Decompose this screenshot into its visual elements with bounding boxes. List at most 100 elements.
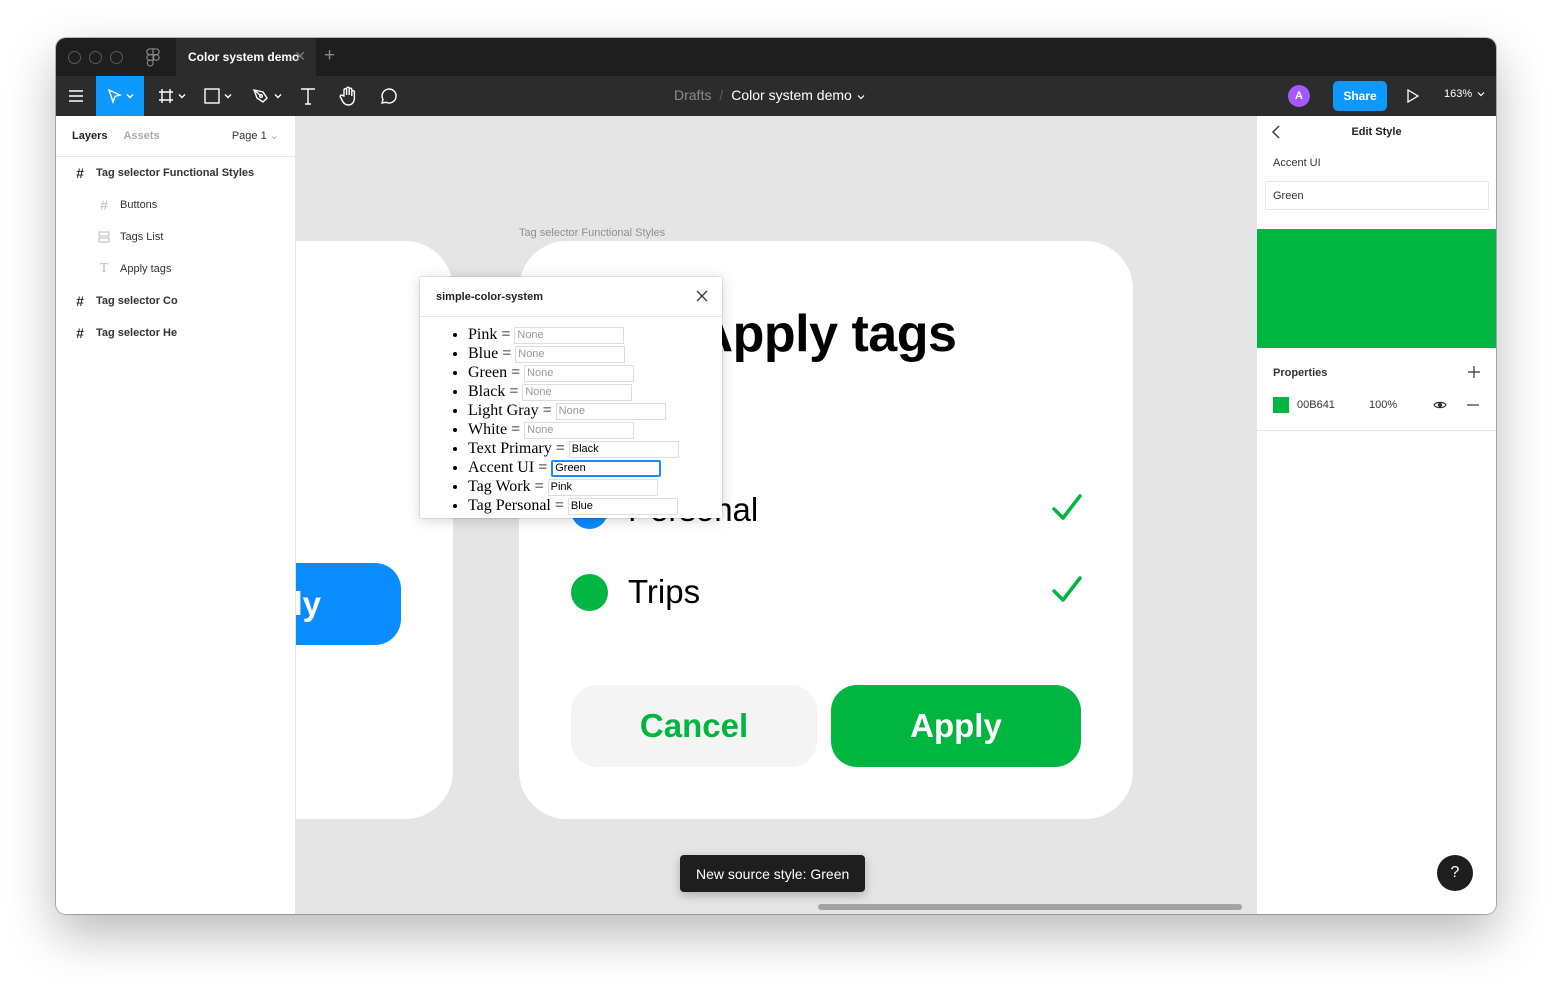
breadcrumb-drafts[interactable]: Drafts (674, 87, 711, 103)
maximize-window-button[interactable] (110, 51, 123, 64)
apply-button[interactable]: Apply (831, 685, 1081, 767)
style-group-label: Accent UI (1273, 157, 1321, 169)
canvas[interactable]: ly Tag selector Functional Styles Apply … (296, 116, 1256, 914)
mapping-label: Pink = (468, 326, 511, 343)
left-apply-label: ly (296, 585, 321, 622)
help-button[interactable]: ? (1437, 855, 1473, 891)
layer-name: Apply tags (120, 263, 172, 275)
plus-icon[interactable] (1468, 366, 1480, 378)
move-tool-button[interactable] (96, 76, 144, 116)
close-tab-icon[interactable]: ✕ (294, 48, 306, 65)
layer-item[interactable]: Tags List (56, 221, 296, 253)
frame-label[interactable]: Tag selector Functional Styles (519, 227, 665, 239)
color-mapping-item: Green = (468, 363, 679, 382)
zoom-dropdown[interactable]: 163% (1444, 88, 1485, 100)
comment-tool-button[interactable] (376, 76, 400, 116)
mapping-input[interactable] (524, 421, 635, 439)
minus-icon[interactable] (1467, 399, 1479, 411)
fill-hex-value[interactable]: 00B641 (1297, 399, 1369, 411)
tag-row-trips[interactable]: Trips (571, 572, 1083, 612)
mapping-input[interactable] (551, 459, 662, 477)
layer-item[interactable]: # Tag selector Co (56, 285, 296, 317)
style-color-preview (1257, 229, 1496, 348)
color-mapping-item: Light Gray = (468, 401, 679, 420)
chevron-down-icon (274, 94, 282, 99)
mapping-input[interactable] (567, 497, 678, 515)
breadcrumb-file-name[interactable]: Color system demo (731, 87, 852, 103)
figma-logo-icon[interactable] (146, 48, 160, 67)
text-icon: T (99, 261, 109, 276)
share-button[interactable]: Share (1333, 81, 1387, 111)
mapping-label: Accent UI = (468, 459, 548, 476)
mapping-input[interactable] (514, 326, 625, 344)
close-icon[interactable] (696, 290, 708, 302)
color-mapping-list: Pink = Blue = Green = Black = Light Gray… (452, 325, 679, 515)
frame-tool-button[interactable] (152, 76, 192, 116)
frame-icon: # (100, 197, 108, 213)
move-tool-icon (107, 88, 122, 104)
back-arrow-icon[interactable] (1271, 125, 1281, 139)
chevron-down-icon (126, 94, 134, 99)
fill-swatch[interactable] (1273, 397, 1289, 413)
mapping-input[interactable] (515, 345, 626, 363)
tab-assets[interactable]: Assets (123, 130, 159, 142)
mapping-input[interactable] (524, 364, 635, 382)
horizontal-scrollbar[interactable] (818, 904, 1242, 910)
close-window-button[interactable] (68, 51, 81, 64)
tag-label: Trips (628, 573, 701, 610)
minimize-window-button[interactable] (89, 51, 102, 64)
chevron-down-icon (178, 94, 186, 99)
hand-tool-button[interactable] (336, 76, 360, 116)
mapping-input[interactable] (568, 440, 679, 458)
layer-item[interactable]: T Apply tags (56, 253, 296, 285)
rectangle-tool-icon (204, 88, 220, 104)
shape-tool-button[interactable] (198, 76, 238, 116)
file-tab[interactable]: Color system demo ✕ (176, 38, 316, 76)
layers-panel: Layers Assets Page 1 ⌄ # Tag selector Fu… (56, 116, 296, 914)
frame-icon: # (76, 165, 84, 181)
edit-style-header: Edit Style (1257, 116, 1496, 148)
mapping-input[interactable] (522, 383, 633, 401)
autolayout-icon (96, 229, 112, 245)
mapping-label: Black = (468, 383, 519, 400)
present-play-icon[interactable] (1406, 88, 1420, 104)
layer-item[interactable]: # Tag selector He (56, 317, 296, 349)
mapping-input[interactable] (555, 402, 666, 420)
layer-item[interactable]: # Buttons (56, 189, 296, 221)
frame-tool-icon (159, 89, 173, 103)
eye-icon[interactable] (1433, 399, 1447, 411)
color-mapping-item: Text Primary = (468, 439, 679, 458)
toolbar: Drafts / Color system demo A Share 163% (56, 76, 1496, 116)
comment-tool-icon (381, 88, 397, 104)
check-icon (1052, 494, 1082, 520)
mapping-label: Blue = (468, 345, 512, 362)
properties-title: Properties (1273, 367, 1328, 379)
panel-title: Edit Style (1351, 126, 1402, 138)
text-tool-button[interactable] (296, 76, 320, 116)
fill-opacity-value[interactable]: 100% (1369, 399, 1429, 411)
tag-color-dot (571, 573, 608, 611)
style-name-input[interactable]: Green (1265, 181, 1489, 210)
left-apply-button[interactable]: ly (296, 563, 401, 645)
mapping-input[interactable] (547, 478, 658, 496)
edit-style-panel: Edit Style Accent UI Green Properties 00… (1256, 116, 1496, 914)
cancel-button[interactable]: Cancel (571, 685, 817, 767)
page-selector[interactable]: Page 1 ⌄ (232, 129, 279, 142)
avatar[interactable]: A (1288, 85, 1310, 107)
main-menu-button[interactable] (56, 76, 96, 116)
layer-item[interactable]: # Tag selector Functional Styles (56, 157, 296, 189)
toast-notification: New source style: Green (680, 855, 866, 892)
mapping-label: White = (468, 421, 521, 438)
new-tab-icon[interactable]: + (324, 45, 335, 67)
chevron-down-icon (1477, 92, 1485, 97)
pen-tool-icon (252, 89, 268, 103)
layer-name: Buttons (120, 199, 158, 211)
color-mapping-item: Pink = (468, 325, 679, 344)
pen-tool-button[interactable] (246, 76, 288, 116)
plugin-window: simple-color-system Pink = Blue = Green … (420, 277, 722, 518)
tab-layers[interactable]: Layers (72, 130, 107, 142)
chevron-down-icon[interactable] (857, 93, 865, 101)
text-tool-icon (301, 88, 315, 105)
plugin-title: simple-color-system (436, 290, 543, 303)
mapping-label: Text Primary = (468, 440, 565, 457)
